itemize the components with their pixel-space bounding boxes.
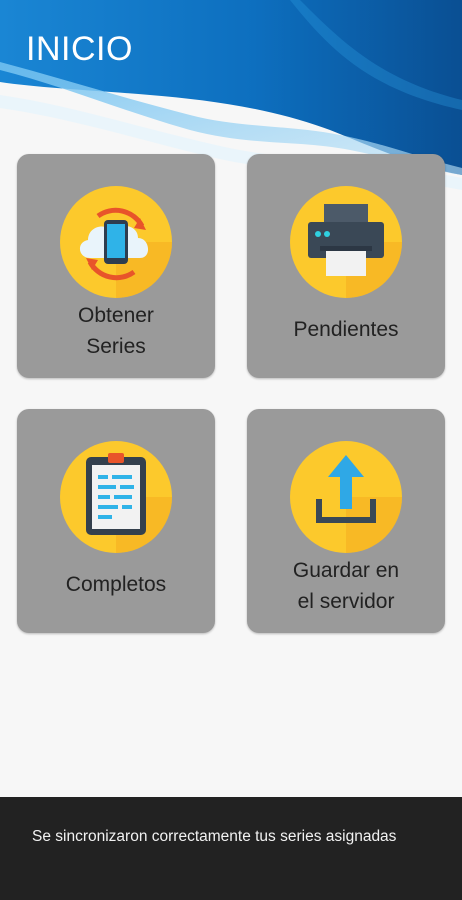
pendientes-button[interactable]: Pendientes [247, 154, 445, 378]
cloud-sync-icon [60, 186, 172, 298]
completos-label: Completos [65, 573, 167, 596]
label-line-2: Series [86, 335, 146, 358]
guardar-servidor-button[interactable]: Guardar en el servidor [247, 409, 445, 633]
label-line-2: el servidor [297, 590, 395, 613]
menu-grid: Obtener Series Pendientes Completos Guar… [0, 0, 462, 800]
label-line-1: Guardar en [292, 559, 400, 582]
completos-button[interactable]: Completos [17, 409, 215, 633]
snackbar-message: Se sincronizaron correctamente tus serie… [32, 828, 397, 845]
upload-icon [290, 441, 402, 553]
obtener-series-label: Obtener Series [25, 300, 207, 362]
clipboard-icon [60, 441, 172, 553]
pendientes-label: Pendientes [293, 318, 399, 341]
obtener-series-button[interactable]: Obtener Series [17, 154, 215, 378]
snackbar: Se sincronizaron correctamente tus serie… [0, 797, 462, 900]
printer-icon [290, 186, 402, 298]
guardar-servidor-label: Guardar en el servidor [255, 555, 437, 617]
label-line-1: Obtener [78, 304, 154, 327]
